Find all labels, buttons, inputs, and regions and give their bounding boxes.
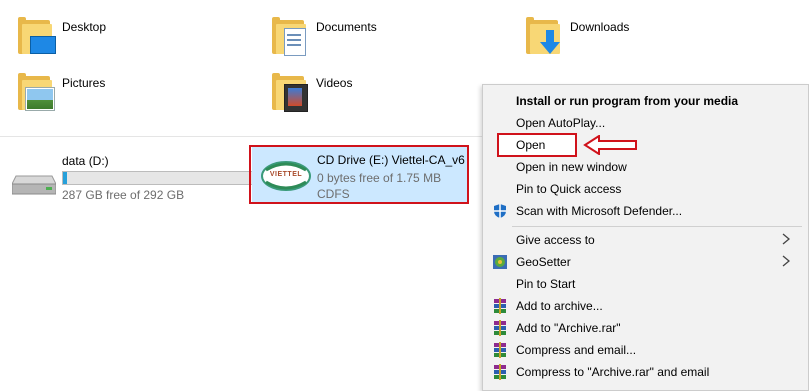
- menu-item-label: Give access to: [516, 233, 595, 247]
- menu-item-give-access[interactable]: Give access to: [483, 229, 808, 251]
- menu-item-scan-defender[interactable]: Scan with Microsoft Defender...: [483, 200, 808, 222]
- winrar-icon: [494, 342, 506, 358]
- folder-documents[interactable]: Documents: [270, 16, 377, 56]
- pictures-folder-icon: [16, 72, 56, 112]
- menu-separator: [512, 226, 802, 227]
- chevron-right-icon: [782, 255, 790, 267]
- folder-desktop[interactable]: Desktop: [16, 16, 106, 56]
- folder-label: Videos: [316, 76, 353, 90]
- menu-item-compress-rar-email[interactable]: Compress to "Archive.rar" and email: [483, 361, 808, 383]
- menu-item-label: Open AutoPlay...: [516, 116, 606, 130]
- folder-label: Desktop: [62, 20, 107, 34]
- folder-label: Documents: [316, 20, 377, 34]
- desktop-folder-icon: [16, 16, 56, 56]
- defender-shield-icon: [494, 204, 506, 218]
- menu-item-add-archive-rar[interactable]: Add to "Archive.rar": [483, 317, 808, 339]
- menu-item-label: GeoSetter: [516, 255, 571, 269]
- menu-item-label: Pin to Quick access: [516, 182, 622, 196]
- context-menu: Install or run program from your media O…: [482, 84, 809, 391]
- geosetter-icon: [493, 255, 507, 269]
- drive-filesystem: CDFS: [317, 187, 350, 201]
- menu-item-geosetter[interactable]: GeoSetter: [483, 251, 808, 273]
- drive-name: data (D:): [62, 154, 109, 168]
- folder-label: Pictures: [62, 76, 106, 90]
- viettel-cd-icon: VIETTEL: [260, 156, 312, 196]
- menu-item-open[interactable]: Open: [483, 134, 808, 156]
- menu-item-pin-quick-access[interactable]: Pin to Quick access: [483, 178, 808, 200]
- menu-item-label: Compress to "Archive.rar" and email: [516, 365, 710, 379]
- drive-name: CD Drive (E:) Viettel-CA_v6: [317, 153, 465, 167]
- winrar-icon: [494, 298, 506, 314]
- drive-free-space: 0 bytes free of 1.75 MB: [317, 171, 442, 185]
- folder-label: Downloads: [570, 20, 630, 34]
- menu-item-label: Compress and email...: [516, 343, 637, 357]
- menu-item-label: Open: [516, 138, 546, 152]
- menu-item-open-new-window[interactable]: Open in new window: [483, 156, 808, 178]
- folder-videos[interactable]: Videos: [270, 72, 352, 112]
- chevron-right-icon: [782, 233, 790, 245]
- menu-item-install-run[interactable]: Install or run program from your media: [483, 90, 808, 112]
- menu-item-pin-start[interactable]: Pin to Start: [483, 273, 808, 295]
- documents-folder-icon: [270, 16, 310, 56]
- menu-item-label: Pin to Start: [516, 277, 576, 291]
- menu-item-label: Install or run program from your media: [516, 94, 739, 108]
- videos-folder-icon: [270, 72, 310, 112]
- winrar-icon: [494, 364, 506, 380]
- drive-data[interactable]: data (D:) 287 GB free of 292 GB: [12, 154, 254, 202]
- winrar-icon: [494, 320, 506, 336]
- drive-free-space: 287 GB free of 292 GB: [62, 188, 185, 202]
- menu-item-label: Add to "Archive.rar": [516, 321, 621, 335]
- folder-pictures[interactable]: Pictures: [16, 72, 105, 112]
- red-arrow-icon: [583, 135, 637, 155]
- menu-item-open-autoplay[interactable]: Open AutoPlay...: [483, 112, 808, 134]
- menu-item-compress-email[interactable]: Compress and email...: [483, 339, 808, 361]
- menu-item-label: Scan with Microsoft Defender...: [516, 204, 683, 218]
- menu-item-label: Open in new window: [516, 160, 627, 174]
- menu-item-label: Add to archive...: [516, 299, 603, 313]
- viettel-logo-text: VIETTEL: [269, 171, 303, 178]
- menu-item-add-archive[interactable]: Add to archive...: [483, 295, 808, 317]
- hard-drive-icon: [12, 175, 56, 195]
- downloads-folder-icon: [524, 16, 564, 56]
- drive-usage-fill: [63, 172, 67, 184]
- folder-downloads[interactable]: Downloads: [524, 16, 629, 56]
- section-divider: [0, 136, 482, 137]
- drive-usage-bar: [62, 171, 254, 185]
